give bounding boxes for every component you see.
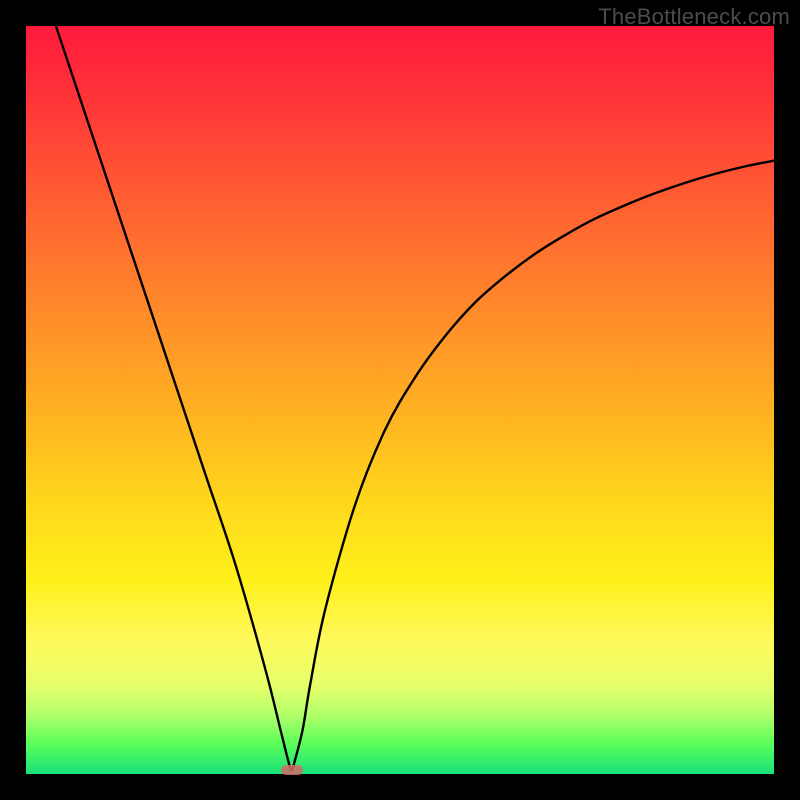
- minimum-marker: [281, 765, 303, 775]
- plot-area: [26, 26, 774, 774]
- watermark-text: TheBottleneck.com: [598, 4, 790, 30]
- bottleneck-curve: [26, 26, 774, 774]
- chart-frame: TheBottleneck.com: [0, 0, 800, 800]
